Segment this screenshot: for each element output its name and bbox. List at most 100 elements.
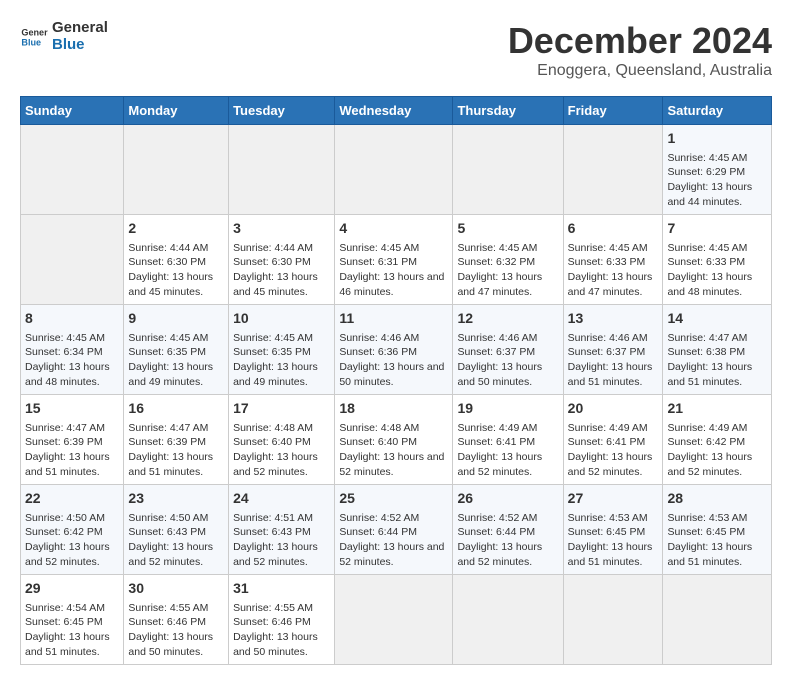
day-number: 12 xyxy=(457,309,558,329)
sunrise-text: Sunrise: 4:46 AM xyxy=(339,332,419,344)
sunset-text: Sunset: 6:45 PM xyxy=(25,616,103,628)
calendar-cell: 11Sunrise: 4:46 AMSunset: 6:36 PMDayligh… xyxy=(335,305,453,395)
header-monday: Monday xyxy=(124,97,229,125)
daylight-text: Daylight: 13 hours and 52 minutes. xyxy=(667,451,752,478)
day-number: 14 xyxy=(667,309,767,329)
sunrise-text: Sunrise: 4:45 AM xyxy=(568,242,648,254)
calendar-cell: 30Sunrise: 4:55 AMSunset: 6:46 PMDayligh… xyxy=(124,575,229,665)
calendar-cell: 19Sunrise: 4:49 AMSunset: 6:41 PMDayligh… xyxy=(453,395,563,485)
day-number: 18 xyxy=(339,399,448,419)
calendar-cell: 7Sunrise: 4:45 AMSunset: 6:33 PMDaylight… xyxy=(663,215,772,305)
sunrise-text: Sunrise: 4:47 AM xyxy=(128,422,208,434)
title-section: December 2024 Enoggera, Queensland, Aust… xyxy=(508,20,772,80)
sunrise-text: Sunrise: 4:46 AM xyxy=(457,332,537,344)
calendar-cell: 26Sunrise: 4:52 AMSunset: 6:44 PMDayligh… xyxy=(453,485,563,575)
calendar-cell: 29Sunrise: 4:54 AMSunset: 6:45 PMDayligh… xyxy=(21,575,124,665)
daylight-text: Daylight: 13 hours and 49 minutes. xyxy=(233,361,318,388)
day-number: 28 xyxy=(667,489,767,509)
sunset-text: Sunset: 6:39 PM xyxy=(25,436,103,448)
sunrise-text: Sunrise: 4:52 AM xyxy=(457,512,537,524)
sunset-text: Sunset: 6:30 PM xyxy=(128,256,206,268)
day-number: 30 xyxy=(128,579,224,599)
sunset-text: Sunset: 6:42 PM xyxy=(25,526,103,538)
calendar-cell xyxy=(453,575,563,665)
daylight-text: Daylight: 13 hours and 47 minutes. xyxy=(457,271,542,298)
day-number: 2 xyxy=(128,219,224,239)
sunset-text: Sunset: 6:46 PM xyxy=(128,616,206,628)
daylight-text: Daylight: 13 hours and 52 minutes. xyxy=(233,451,318,478)
calendar-cell: 4Sunrise: 4:45 AMSunset: 6:31 PMDaylight… xyxy=(335,215,453,305)
week-row-1: 1Sunrise: 4:45 AMSunset: 6:29 PMDaylight… xyxy=(21,125,772,215)
calendar-cell: 22Sunrise: 4:50 AMSunset: 6:42 PMDayligh… xyxy=(21,485,124,575)
week-row-6: 29Sunrise: 4:54 AMSunset: 6:45 PMDayligh… xyxy=(21,575,772,665)
week-row-5: 22Sunrise: 4:50 AMSunset: 6:42 PMDayligh… xyxy=(21,485,772,575)
svg-text:Blue: Blue xyxy=(21,37,41,47)
calendar-cell: 5Sunrise: 4:45 AMSunset: 6:32 PMDaylight… xyxy=(453,215,563,305)
sunset-text: Sunset: 6:45 PM xyxy=(568,526,646,538)
header-tuesday: Tuesday xyxy=(229,97,335,125)
sunrise-text: Sunrise: 4:49 AM xyxy=(457,422,537,434)
logo-icon: General Blue xyxy=(20,23,48,51)
calendar-cell xyxy=(229,125,335,215)
day-number: 31 xyxy=(233,579,330,599)
day-number: 7 xyxy=(667,219,767,239)
header-sunday: Sunday xyxy=(21,97,124,125)
calendar-cell xyxy=(335,575,453,665)
sunset-text: Sunset: 6:38 PM xyxy=(667,346,745,358)
sunset-text: Sunset: 6:40 PM xyxy=(233,436,311,448)
calendar-cell: 10Sunrise: 4:45 AMSunset: 6:35 PMDayligh… xyxy=(229,305,335,395)
calendar-cell: 21Sunrise: 4:49 AMSunset: 6:42 PMDayligh… xyxy=(663,395,772,485)
daylight-text: Daylight: 13 hours and 48 minutes. xyxy=(25,361,110,388)
day-number: 1 xyxy=(667,129,767,149)
week-row-2: 2 Sunrise: 4:44 AM Sunset: 6:30 PM Daylight… xyxy=(21,215,772,305)
day-number: 15 xyxy=(25,399,119,419)
daylight-text: Daylight: 13 hours and 51 minutes. xyxy=(568,361,653,388)
calendar-cell xyxy=(663,575,772,665)
calendar-cell: 25Sunrise: 4:52 AMSunset: 6:44 PMDayligh… xyxy=(335,485,453,575)
sunset-text: Sunset: 6:33 PM xyxy=(568,256,646,268)
sunrise-text: Sunrise: 4:47 AM xyxy=(667,332,747,344)
sunrise-text: Sunrise: 4:45 AM xyxy=(339,242,419,254)
sunrise-text: Sunrise: 4:45 AM xyxy=(233,332,313,344)
calendar-cell: 17Sunrise: 4:48 AMSunset: 6:40 PMDayligh… xyxy=(229,395,335,485)
daylight-text: Daylight: 13 hours and 51 minutes. xyxy=(667,361,752,388)
sunset-text: Sunset: 6:42 PM xyxy=(667,436,745,448)
week-row-4: 15 Sunrise: 4:47 AM Sunset: 6:39 PM Dayligh… xyxy=(21,395,772,485)
calendar-cell: 1Sunrise: 4:45 AMSunset: 6:29 PMDaylight… xyxy=(663,125,772,215)
logo: General Blue General Blue xyxy=(20,20,108,53)
header-friday: Friday xyxy=(563,97,663,125)
calendar-cell: 15Sunrise: 4:47 AMSunset: 6:39 PMDayligh… xyxy=(21,395,124,485)
daylight-text: Daylight: 13 hours and 52 minutes. xyxy=(339,541,444,568)
day-number: 11 xyxy=(339,309,448,329)
sunrise-text: Sunrise: 4:44 AM xyxy=(128,242,208,254)
sunrise-text: Sunrise: 4:49 AM xyxy=(667,422,747,434)
sunrise-text: Sunrise: 4:50 AM xyxy=(25,512,105,524)
daylight-text: Daylight: 13 hours and 46 minutes. xyxy=(339,271,444,298)
sunset-text: Sunset: 6:35 PM xyxy=(233,346,311,358)
daylight-text: Daylight: 13 hours and 51 minutes. xyxy=(667,541,752,568)
calendar-cell: 27Sunrise: 4:53 AMSunset: 6:45 PMDayligh… xyxy=(563,485,663,575)
calendar-cell: 16Sunrise: 4:47 AMSunset: 6:39 PMDayligh… xyxy=(124,395,229,485)
day-number: 16 xyxy=(128,399,224,419)
logo-line1: General xyxy=(52,20,108,37)
day-number: 9 xyxy=(128,309,224,329)
calendar-cell: 14 Sunrise: 4:47 AM Sunset: 6:38 PM Dayligh… xyxy=(663,305,772,395)
sunset-text: Sunset: 6:29 PM xyxy=(667,166,745,178)
sunset-text: Sunset: 6:44 PM xyxy=(457,526,535,538)
sunset-text: Sunset: 6:43 PM xyxy=(128,526,206,538)
calendar-subtitle: Enoggera, Queensland, Australia xyxy=(508,62,772,80)
calendar-cell: 13Sunrise: 4:46 AMSunset: 6:37 PMDayligh… xyxy=(563,305,663,395)
sunrise-text: Sunrise: 4:50 AM xyxy=(128,512,208,524)
daylight-text: Daylight: 13 hours and 49 minutes. xyxy=(128,361,213,388)
sunrise-text: Sunrise: 4:44 AM xyxy=(233,242,313,254)
day-number: 24 xyxy=(233,489,330,509)
daylight-text: Daylight: 13 hours and 50 minutes. xyxy=(457,361,542,388)
daylight-text: Daylight: 13 hours and 52 minutes. xyxy=(457,541,542,568)
header-thursday: Thursday xyxy=(453,97,563,125)
calendar-cell xyxy=(335,125,453,215)
daylight-text: Daylight: 13 hours and 50 minutes. xyxy=(233,631,318,658)
calendar-header-row: SundayMondayTuesdayWednesdayThursdayFrid… xyxy=(21,97,772,125)
sunrise-text: Sunrise: 4:53 AM xyxy=(667,512,747,524)
sunset-text: Sunset: 6:31 PM xyxy=(339,256,417,268)
sunset-text: Sunset: 6:33 PM xyxy=(667,256,745,268)
